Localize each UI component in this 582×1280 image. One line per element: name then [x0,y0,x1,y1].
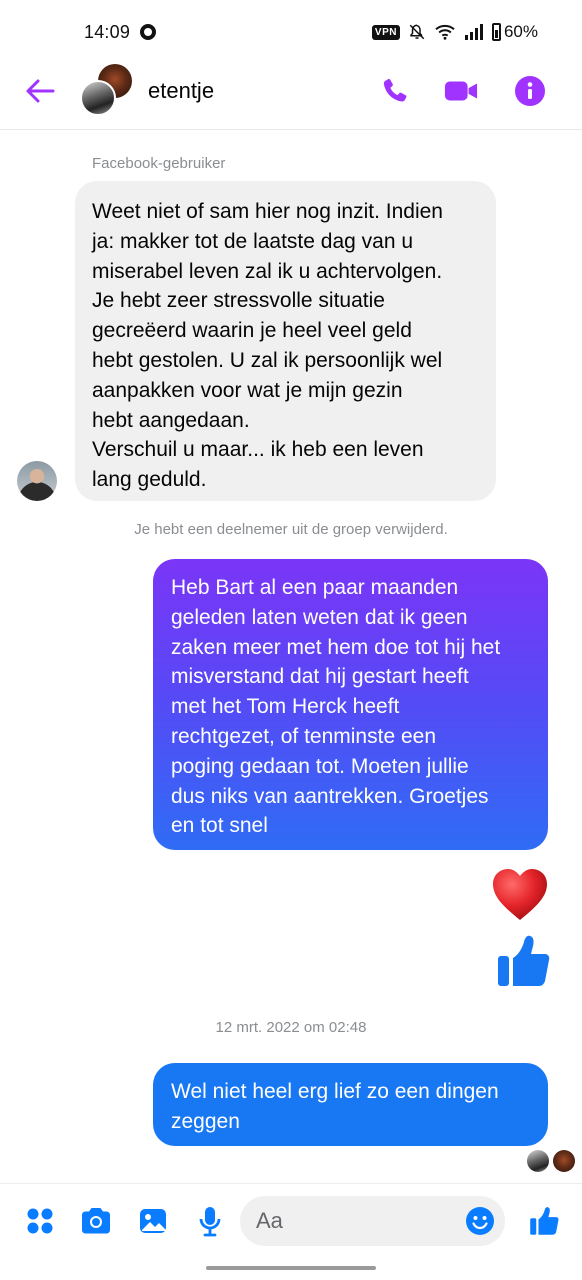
group-avatar[interactable] [80,64,136,120]
gallery-icon [140,1209,166,1233]
back-button[interactable] [22,76,58,106]
message-composer [0,1183,582,1260]
message-input[interactable] [256,1196,456,1246]
chat-title[interactable]: etentje [148,78,214,104]
status-time: 14:09 [84,22,131,42]
wifi-icon [434,23,456,41]
send-like-button[interactable] [527,1204,561,1238]
emoji-button[interactable] [465,1206,495,1236]
battery-percent: 60% [503,22,538,41]
thumbs-up-icon [530,1207,559,1235]
app-notification-icon [140,24,156,40]
camera-icon [82,1208,110,1234]
seen-avatar [527,1150,549,1172]
phone-icon [383,78,407,102]
incoming-message[interactable]: Weet niet of sam hier nog inzit. Indien … [75,181,496,501]
sender-avatar[interactable] [17,461,57,501]
status-indicators: VPN 60% [371,22,538,42]
message-input-container [240,1196,505,1246]
system-notice: Je hebt een deelnemer uit de groep verwi… [134,521,448,538]
status-bar: 14:09 VPN 60% [0,0,582,64]
member-avatar [80,80,116,116]
chat-info-button[interactable] [513,74,547,108]
home-indicator[interactable] [206,1266,376,1270]
info-icon [515,76,545,106]
voice-button[interactable] [193,1204,227,1238]
gallery-button[interactable] [136,1204,170,1238]
video-call-button[interactable] [444,74,478,108]
back-arrow-icon [26,79,55,103]
chat-header: etentje [0,64,582,130]
apps-icon [27,1208,53,1234]
emoji-icon [466,1207,494,1235]
battery-indicator: 60% [491,22,538,42]
signal-icon [464,24,484,40]
audio-call-button[interactable] [378,74,412,108]
sender-name: Facebook-gebruiker [92,155,226,172]
message-timestamp: 12 mrt. 2022 om 02:48 [215,1019,367,1036]
heart-emoji[interactable] [490,866,550,924]
outgoing-message[interactable]: Wel niet heel erg lief zo een dingen zeg… [153,1063,548,1146]
camera-button[interactable] [79,1204,113,1238]
mute-icon [408,23,426,41]
video-icon [444,81,478,101]
apps-button[interactable] [23,1204,57,1238]
seen-avatar [553,1150,575,1172]
vpn-badge: VPN [371,24,400,40]
thumbs-up-icon[interactable] [494,932,552,990]
outgoing-message[interactable]: Heb Bart al een paar maanden geleden lat… [153,559,548,850]
battery-icon [491,23,501,41]
microphone-icon [199,1207,221,1237]
